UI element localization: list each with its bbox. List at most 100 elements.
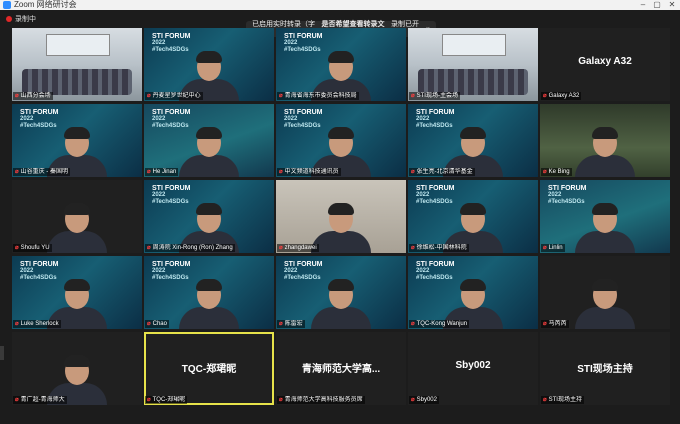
sti-logo-text: STI FORUM bbox=[416, 261, 455, 268]
participant-tile[interactable]: TQC-郑珺昵 ⌀ TQC-郑珺昵 bbox=[144, 332, 274, 405]
sti-logo-text: STI FORUM bbox=[284, 33, 323, 40]
participant-tile[interactable]: ⌀ STI现场-主会场 bbox=[408, 28, 538, 101]
participant-name: 张生亮-北京清华基金 bbox=[416, 169, 473, 175]
sti-logo-text: 2022 bbox=[416, 192, 430, 198]
muted-mic-icon: ⌀ bbox=[543, 169, 547, 175]
muted-mic-icon: ⌀ bbox=[147, 321, 151, 327]
participant-tile[interactable]: Sby002 ⌀ Sby002 bbox=[408, 332, 538, 405]
muted-mic-icon: ⌀ bbox=[411, 169, 415, 175]
participant-video bbox=[573, 203, 637, 253]
participant-name: Shoufu YU bbox=[20, 245, 50, 251]
participant-video bbox=[177, 127, 241, 177]
participant-name-label: ⌀ Shoufu YU bbox=[13, 244, 52, 252]
maximize-icon[interactable]: ▢ bbox=[650, 0, 664, 10]
minimize-icon[interactable]: – bbox=[636, 0, 650, 10]
recording-indicator[interactable]: 录制中 bbox=[6, 14, 36, 24]
gallery-view: 录制中 已启用实时转录（字幕） 是否希望查看转录文字？ 录制已开启 × ⌀山西分… bbox=[0, 10, 680, 424]
participant-name-label: ⌀ 马芮芮 bbox=[541, 320, 569, 328]
participant-center-name: TQC-郑珺昵 bbox=[181, 364, 237, 375]
participant-video bbox=[177, 279, 241, 329]
sti-logo-text: 2022 bbox=[20, 268, 34, 274]
participant-tile[interactable]: STI FORUM 2022 #Tech4SDGs ⌀ Luke Sherlock bbox=[12, 256, 142, 329]
participant-tile[interactable]: STI FORUM 2022 #Tech4SDGs ⌀ 张生亮-北京清华基金 bbox=[408, 104, 538, 177]
close-window-icon[interactable]: ✕ bbox=[665, 0, 679, 10]
participant-name: 中文频道科技通讯员 bbox=[284, 169, 339, 175]
participant-name: 山西分会场 bbox=[20, 93, 51, 99]
participant-name-label: ⌀ Linlin bbox=[541, 244, 565, 252]
sti-logo-text: STI FORUM bbox=[548, 185, 587, 192]
participant-name: STI现场-主会场 bbox=[416, 93, 458, 99]
participant-name-label: ⌀ 陈雷宏 bbox=[277, 320, 305, 328]
participant-name: 青海省海东市委员会科技局 bbox=[284, 93, 357, 99]
muted-mic-icon: ⌀ bbox=[15, 321, 19, 327]
muted-mic-icon: ⌀ bbox=[411, 397, 415, 403]
muted-mic-icon: ⌀ bbox=[15, 245, 19, 251]
sti-logo-text: 2022 bbox=[152, 40, 166, 46]
sti-logo-text: 2022 bbox=[152, 116, 166, 122]
sti-logo-text: STI FORUM bbox=[20, 109, 59, 116]
participant-tile[interactable]: ⌀ 马芮芮 bbox=[540, 256, 670, 329]
sti-logo-text: 2022 bbox=[416, 116, 430, 122]
participant-name: 周涛院 Xin-Rong (Ron) Zhang bbox=[152, 245, 233, 251]
muted-mic-icon: ⌀ bbox=[15, 397, 19, 403]
muted-mic-icon: ⌀ bbox=[279, 397, 283, 403]
participant-name: Sby002 bbox=[416, 397, 437, 403]
participant-tile[interactable]: STI FORUM 2022 #Tech4SDGs ⌀ He Jinan bbox=[144, 104, 274, 177]
participant-name: TQC-郑珺昵 bbox=[152, 397, 186, 403]
participant-name-label: ⌀ STI现场-主会场 bbox=[409, 92, 460, 100]
participant-name: Linlin bbox=[548, 245, 563, 251]
muted-mic-icon: ⌀ bbox=[147, 93, 151, 99]
muted-mic-icon: ⌀ bbox=[411, 245, 415, 251]
participant-tile[interactable]: STI FORUM 2022 #Tech4SDGs ⌀ 青海省海东市委员会科技局 bbox=[276, 28, 406, 101]
window-title: Zoom 网络研讨会 bbox=[14, 0, 77, 9]
participant-name-label: ⌀ STI现场主持 bbox=[541, 396, 584, 404]
sti-logo-text: STI FORUM bbox=[152, 33, 191, 40]
participant-tile[interactable]: STI FORUM 2022 #Tech4SDGs ⌀ 陈雷宏 bbox=[276, 256, 406, 329]
participant-name: Chao bbox=[152, 321, 167, 327]
participant-name-label: ⌀ 丹麦星罗世纪中心 bbox=[145, 92, 203, 100]
panel-resize-handle[interactable] bbox=[0, 346, 4, 360]
participant-tile[interactable]: STI FORUM 2022 #Tech4SDGs ⌀ Chao bbox=[144, 256, 274, 329]
participant-tile[interactable]: STI FORUM 2022 #Tech4SDGs ⌀ 丹麦星罗世纪中心 bbox=[144, 28, 274, 101]
sti-logo-text: STI FORUM bbox=[152, 185, 191, 192]
participant-name: Luke Sherlock bbox=[20, 321, 59, 327]
sti-logo-text: STI FORUM bbox=[416, 185, 455, 192]
participant-tile[interactable]: 青海师范大学高... ⌀ 青海师范大学高科技服务员席 bbox=[276, 332, 406, 405]
participant-tile[interactable]: STI FORUM 2022 #Tech4SDGs ⌀ 徐维松-中国林科院 bbox=[408, 180, 538, 253]
participant-tile[interactable]: ⌀ 青广超-青海师大 bbox=[12, 332, 142, 405]
participant-tile[interactable]: ⌀ Shoufu YU bbox=[12, 180, 142, 253]
muted-mic-icon: ⌀ bbox=[147, 169, 151, 175]
participant-center-name: Sby002 bbox=[455, 360, 491, 371]
muted-mic-icon: ⌀ bbox=[543, 321, 547, 327]
participant-name-label: ⌀ 中文频道科技通讯员 bbox=[277, 168, 341, 176]
participant-tile[interactable]: STI FORUM 2022 #Tech4SDGs ⌀ 中文频道科技通讯员 bbox=[276, 104, 406, 177]
participant-name: 青海师范大学高科技服务员席 bbox=[284, 397, 363, 403]
participant-name: TQC-Kong Wanjun bbox=[416, 321, 468, 327]
participant-tile[interactable]: Galaxy A32 ⌀ Galaxy A32 bbox=[540, 28, 670, 101]
participant-tile[interactable]: STI FORUM 2022 #Tech4SDGs ⌀ 周涛院 Xin-Rong (Ro… bbox=[144, 180, 274, 253]
participant-tile[interactable]: STI FORUM 2022 #Tech4SDGs ⌀ TQC-Kong Wanjun bbox=[408, 256, 538, 329]
participant-tile[interactable]: STI FORUM 2022 #Tech4SDGs ⌀ Linlin bbox=[540, 180, 670, 253]
participant-tile[interactable]: ⌀ 山西分会场 bbox=[12, 28, 142, 101]
sti-logo-text: 2022 bbox=[284, 116, 298, 122]
participant-center-name: Galaxy A32 bbox=[578, 56, 632, 67]
participant-name-label: ⌀ 青海省海东市委员会科技局 bbox=[277, 92, 359, 100]
participant-name: 马芮芮 bbox=[548, 321, 567, 327]
participant-name-label: ⌀ 山谷重庆 - 秦国明 bbox=[13, 168, 70, 176]
participant-name: 陈雷宏 bbox=[284, 321, 303, 327]
participant-video bbox=[573, 279, 637, 329]
participant-tile[interactable]: ⌀ zhangdawei bbox=[276, 180, 406, 253]
participant-name: 山谷重庆 - 秦国明 bbox=[20, 169, 68, 175]
participant-name-label: ⌀ 张生亮-北京清华基金 bbox=[409, 168, 475, 176]
participant-tile[interactable]: STI FORUM 2022 #Tech4SDGs ⌀ 山谷重庆 - 秦国明 bbox=[12, 104, 142, 177]
participant-name-label: ⌀ 青广超-青海师大 bbox=[13, 396, 67, 404]
participant-tile[interactable]: STI现场主持 ⌀ STI现场主持 bbox=[540, 332, 670, 405]
sti-logo-text: 2022 bbox=[284, 40, 298, 46]
participant-name: 丹麦星罗世纪中心 bbox=[152, 93, 201, 99]
participant-name: 青广超-青海师大 bbox=[20, 397, 65, 403]
participant-name-label: ⌀ Luke Sherlock bbox=[13, 320, 61, 328]
muted-mic-icon: ⌀ bbox=[15, 169, 19, 175]
participant-name-label: ⌀ Ke Bing bbox=[541, 168, 572, 176]
participant-tile[interactable]: ⌀ Ke Bing bbox=[540, 104, 670, 177]
projection-screen bbox=[442, 34, 506, 56]
